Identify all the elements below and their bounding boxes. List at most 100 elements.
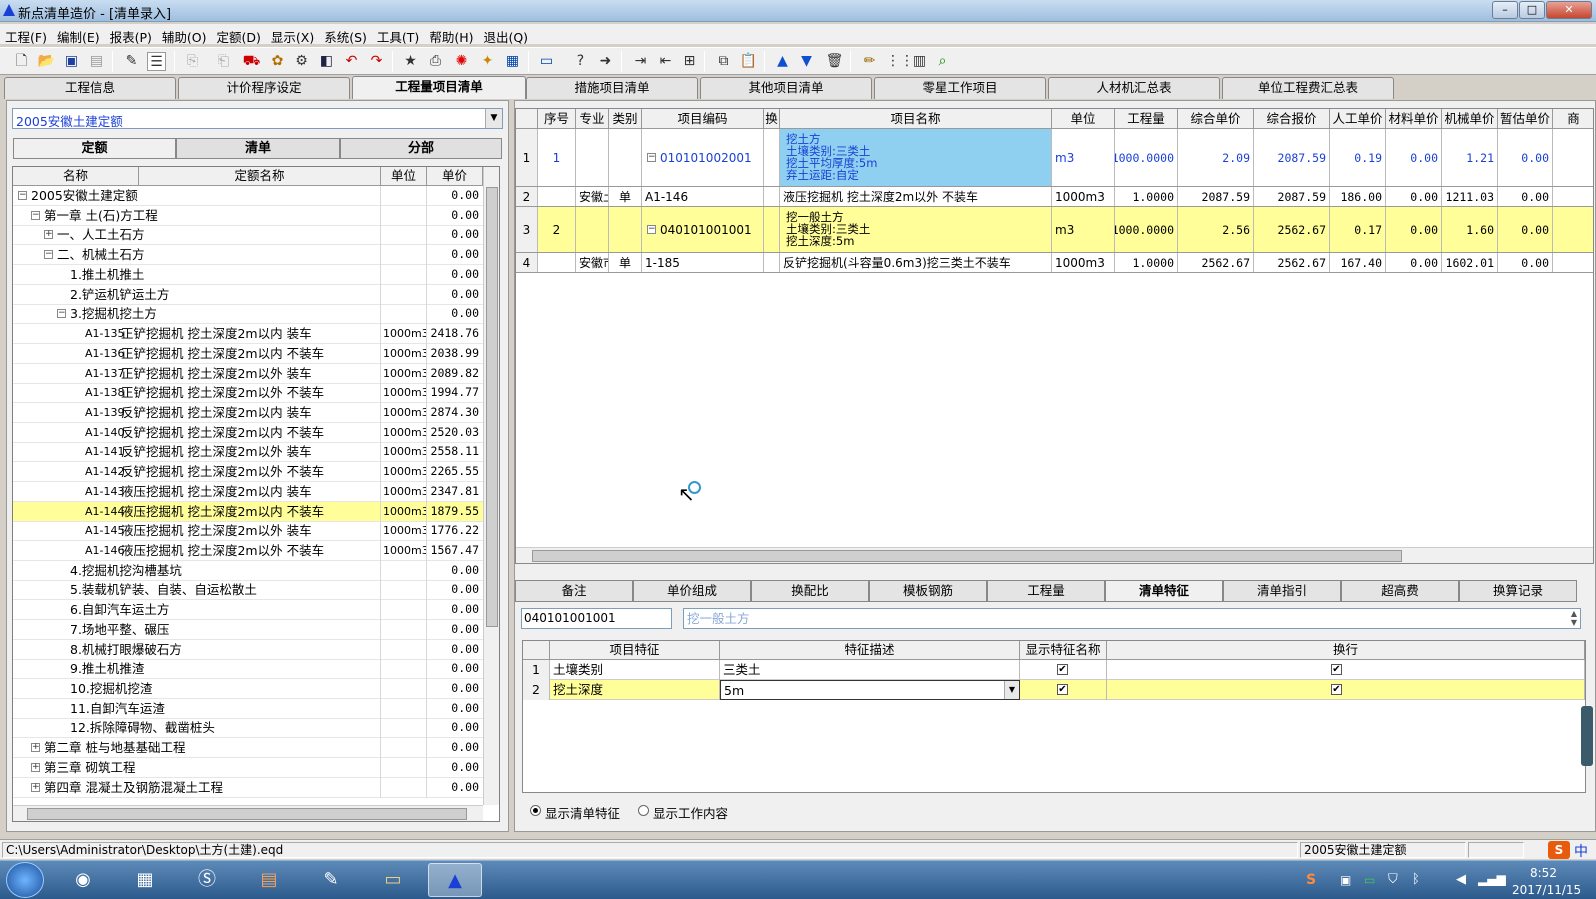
detail-tab-8[interactable]: 换算记录 [1459, 580, 1577, 602]
tree-row[interactable]: + 第二章 桩与地基基础工程 0.00 [13, 738, 483, 759]
tray-battery-icon[interactable]: ▭ [1364, 873, 1375, 887]
star-icon[interactable]: ★ [401, 52, 420, 71]
expand-icon[interactable]: + [31, 782, 40, 792]
calculator-task-icon[interactable]: ▦ [118, 863, 172, 897]
main-tab-2[interactable]: 工程量项目清单 [352, 76, 526, 99]
outdent-icon[interactable]: ⇤ [656, 52, 675, 71]
menu-3[interactable]: 辅助(O) [157, 24, 212, 46]
radio-show-features-label[interactable]: 显示清单特征 [545, 803, 620, 822]
collapse-icon[interactable]: − [647, 153, 656, 162]
bill-col-header-9[interactable]: 综合单价 [1178, 109, 1254, 129]
list-view-icon[interactable]: ☰ [147, 52, 166, 71]
menu-8[interactable]: 帮助(H) [424, 24, 478, 46]
tree-row[interactable]: 8.机械打眼爆破石方 0.00 [13, 639, 483, 660]
tree-row[interactable]: A1-140 反铲挖掘机 挖土深度2m以内 不装车 1000m3 2520.03 [13, 422, 483, 443]
col-header-quota-name[interactable]: 定额名称 [139, 167, 381, 186]
bill-col-header-5[interactable]: 换 [764, 109, 780, 129]
search-icon[interactable]: ⌕ [933, 52, 952, 71]
tree-row[interactable]: A1-135 正铲挖掘机 挖土深度2m以内 装车 1000m3 2418.76 [13, 324, 483, 344]
bill-col-header-1[interactable]: 序号 [538, 109, 576, 129]
quota-library-select[interactable]: 2005安徽土建定额 ▼ [12, 108, 503, 129]
arrow-right-icon[interactable]: ➜ [596, 52, 615, 71]
bill-col-header-12[interactable]: 材料单价 [1386, 109, 1442, 129]
tree-row[interactable]: 11.自卸汽车运渣 0.00 [13, 698, 483, 719]
tree-row[interactable]: + 第三章 砌筑工程 0.00 [13, 757, 483, 778]
menu-1[interactable]: 编制(E) [52, 24, 105, 46]
collapse-icon[interactable]: − [647, 225, 656, 234]
tab-division[interactable]: 分部 [340, 138, 502, 159]
tree-row[interactable]: A1-139 反铲挖掘机 挖土深度2m以内 装车 1000m3 2874.30 [13, 402, 483, 423]
detail-tab-5[interactable]: 清单特征 [1105, 580, 1223, 602]
tree-row[interactable]: −3.挖掘机挖土方 0.00 [13, 304, 483, 325]
bill-col-header-7[interactable]: 单位 [1052, 109, 1115, 129]
feat-col-wrap[interactable]: 换行 [1107, 641, 1585, 660]
lifebuoy-icon[interactable]: ✺ [452, 52, 471, 71]
chevron-down-icon[interactable]: ▼ [1004, 681, 1019, 699]
undo-icon[interactable]: ↶ [342, 52, 361, 71]
detail-tab-3[interactable]: 模板钢筋 [869, 580, 987, 602]
copy-icon[interactable]: ⧉ [714, 52, 733, 71]
bill-code-field[interactable]: 040101001001 [521, 608, 672, 629]
menu-6[interactable]: 系统(S) [319, 24, 372, 46]
col-header-name[interactable]: 名称 [13, 167, 139, 186]
scroll-thumb[interactable] [27, 808, 467, 820]
tree-row[interactable]: 1.推土机推土 0.00 [13, 264, 483, 285]
scroll-thumb[interactable] [532, 550, 1402, 562]
calculator-icon[interactable]: ▦ [503, 52, 522, 71]
bill-col-header-3[interactable]: 类别 [609, 109, 642, 129]
feat-col-feature[interactable]: 项目特征 [550, 641, 720, 660]
tray-sogou-icon[interactable]: S [1306, 872, 1316, 888]
save-icon[interactable]: ▣ [62, 52, 81, 71]
menu-9[interactable]: 退出(Q) [478, 24, 533, 46]
main-tab-5[interactable]: 零星工作项目 [874, 77, 1046, 99]
scroll-thumb[interactable] [486, 187, 498, 627]
paint-icon[interactable]: ✿ [268, 52, 287, 71]
bill-col-header-11[interactable]: 人工单价 [1330, 109, 1386, 129]
bill-col-header-6[interactable]: 项目名称 [780, 109, 1052, 129]
detail-tab-7[interactable]: 超高费 [1341, 580, 1459, 602]
edit-icon[interactable]: ✎ [122, 52, 141, 71]
tree-row[interactable]: 4.挖掘机挖沟槽基坑 0.00 [13, 560, 483, 581]
redo-icon[interactable]: ↷ [367, 52, 386, 71]
bill-col-header-15[interactable]: 商 [1553, 109, 1593, 129]
explorer-task-icon[interactable]: ▭ [366, 863, 420, 897]
radio-show-features[interactable] [530, 805, 541, 816]
insert-icon[interactable]: ⎘ [183, 52, 202, 71]
bill-row[interactable]: 2 安徽土单 A1-146 液压挖掘机 挖土深度2m以外 不装车 1000m3 1.000… [516, 187, 1593, 207]
bill-row[interactable]: 1 1 −010101002001 挖土方 土壤类别:三类土 挖土平均厚度:5m 弃土… [516, 129, 1593, 187]
chrome-task-icon[interactable]: ◉ [56, 863, 110, 897]
main-tab-7[interactable]: 单位工程费汇总表 [1222, 77, 1394, 99]
bill-col-header-14[interactable]: 暂估单价 [1498, 109, 1553, 129]
copy-disabled-icon[interactable]: ⎗ [214, 52, 233, 71]
tab-bill[interactable]: 清单 [176, 138, 340, 159]
ime-chinese-label[interactable]: 中 [1574, 841, 1588, 861]
feature-description[interactable]: 三类土 [720, 660, 1020, 680]
col-header-unit[interactable]: 单位 [381, 167, 427, 186]
table-icon[interactable]: ▥ [910, 52, 929, 71]
tree-row[interactable]: A1-137 正铲挖掘机 挖土深度2m以外 装车 1000m3 2089.82 [13, 363, 483, 384]
truck-icon[interactable]: ⛟ [242, 52, 261, 71]
tray-shield-icon[interactable]: ⛉ [1388, 872, 1398, 887]
wrap-checkbox[interactable]: ✔ [1331, 664, 1342, 675]
tree-row[interactable]: A1-136 正铲挖掘机 挖土深度2m以内 不装车 1000m3 2038.99 [13, 343, 483, 364]
clock-date[interactable]: 2017/11/15 [1512, 883, 1581, 897]
bill-col-header-10[interactable]: 综合报价 [1254, 109, 1330, 129]
start-button[interactable] [6, 862, 44, 898]
spin-icon[interactable]: ▲ ▼ [1567, 609, 1581, 628]
side-gripper[interactable] [1581, 706, 1593, 766]
tree-row[interactable]: −2005安徽土建定额 0.00 [13, 186, 483, 206]
collapse-icon[interactable]: − [18, 191, 27, 200]
xindian-task-icon[interactable]: ▲ [428, 863, 482, 897]
magic-icon[interactable]: ✦ [478, 52, 497, 71]
delete-icon[interactable]: 🗑 [825, 52, 844, 71]
radio-show-work-label[interactable]: 显示工作内容 [653, 803, 728, 822]
bill-col-header-0[interactable] [516, 109, 538, 129]
tree-row[interactable]: 7.场地平整、碾压 0.00 [13, 619, 483, 640]
display-icon[interactable]: ▭ [537, 52, 556, 71]
grid-icon[interactable]: ⋮⋮ [886, 52, 914, 71]
feat-col-show-name[interactable]: 显示特征名称 [1020, 641, 1107, 660]
sogou-s-icon[interactable]: S [1548, 841, 1570, 859]
col-header-price[interactable]: 单价 [427, 167, 483, 186]
clock-time[interactable]: 8:52 [1530, 866, 1557, 880]
bill-col-header-8[interactable]: 工程量 [1115, 109, 1178, 129]
